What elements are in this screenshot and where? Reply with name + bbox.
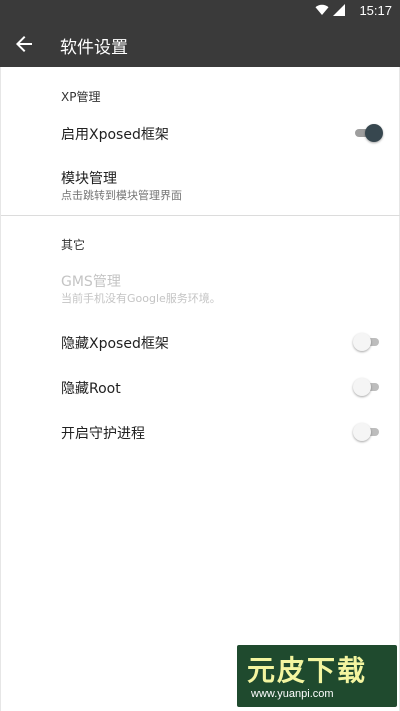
setting-title: 模块管理	[61, 171, 117, 187]
wifi-icon	[315, 4, 329, 16]
setting-hide-root[interactable]: 隐藏Root	[1, 367, 400, 407]
setting-title: 隐藏Root	[61, 381, 121, 397]
setting-hide-xposed[interactable]: 隐藏Xposed框架	[1, 322, 400, 362]
signal-icon	[333, 4, 345, 16]
settings-list: XP管理 启用Xposed框架 模块管理 点击跳转到模块管理界面 其它 GMS管…	[0, 67, 400, 711]
status-time: 15:17	[359, 3, 392, 18]
setting-guard-process[interactable]: 开启守护进程	[1, 412, 400, 452]
setting-subtitle: 当前手机没有Google服务环境。	[61, 292, 221, 305]
switch-thumb	[353, 423, 371, 441]
watermark-logo-text: 元皮下载	[247, 654, 368, 687]
switch-thumb	[365, 124, 383, 142]
setting-module-management[interactable]: 模块管理 点击跳转到模块管理界面	[1, 159, 400, 211]
enable-xposed-switch[interactable]	[355, 124, 383, 142]
arrow-back-icon[interactable]	[12, 32, 36, 56]
setting-enable-xposed[interactable]: 启用Xposed框架	[1, 113, 400, 153]
hide-root-switch[interactable]	[353, 378, 383, 396]
setting-gms-management: GMS管理 当前手机没有Google服务环境。	[1, 263, 400, 313]
hide-xposed-switch[interactable]	[353, 333, 383, 351]
section-divider	[1, 215, 400, 216]
category-header-xp: XP管理	[61, 90, 101, 104]
site-watermark: 元皮下载 www.yuanpi.com	[237, 645, 397, 707]
switch-thumb	[353, 333, 371, 351]
setting-subtitle: 点击跳转到模块管理界面	[61, 189, 182, 202]
guard-process-switch[interactable]	[353, 423, 383, 441]
app-toolbar: 软件设置	[0, 22, 400, 67]
setting-title: 隐藏Xposed框架	[61, 336, 169, 352]
setting-title: 开启守护进程	[61, 426, 145, 442]
switch-thumb	[353, 378, 371, 396]
setting-title: 启用Xposed框架	[61, 127, 169, 143]
setting-title: GMS管理	[61, 274, 121, 290]
status-bar: 15:17	[0, 0, 400, 22]
page-title: 软件设置	[60, 38, 128, 58]
category-header-other: 其它	[61, 238, 86, 252]
watermark-url: www.yuanpi.com	[251, 688, 334, 700]
